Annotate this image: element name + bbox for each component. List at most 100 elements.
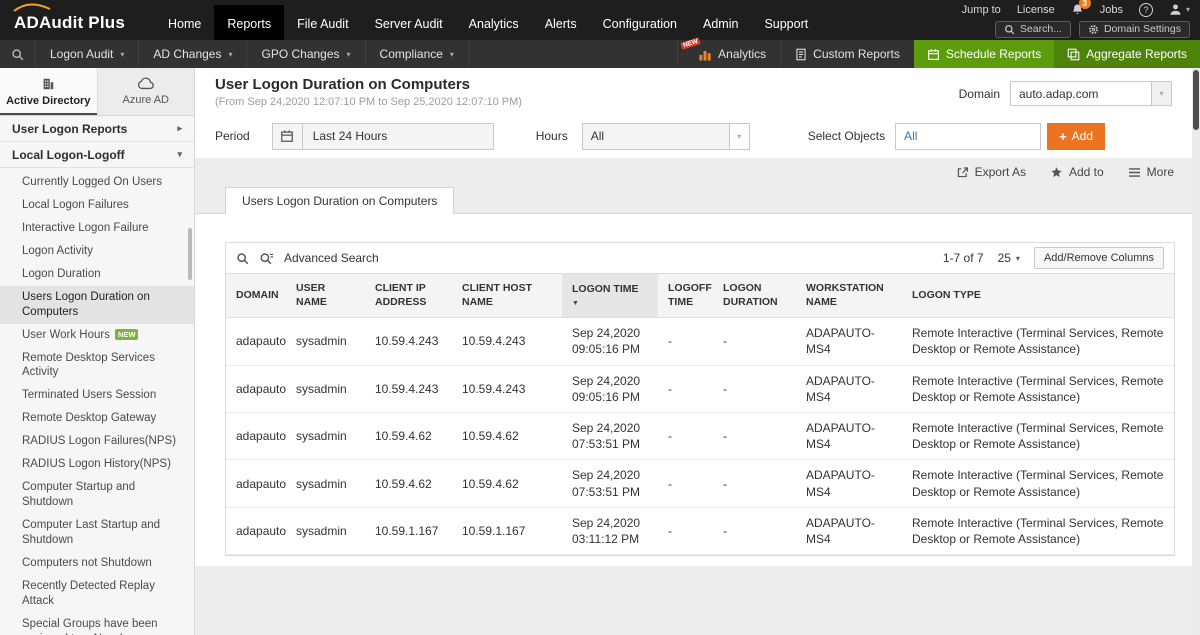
select-objects-input[interactable]: All — [895, 123, 1041, 150]
cell-workstation: ADAPAUTO-MS4 — [796, 413, 902, 460]
custom-reports-button[interactable]: Custom Reports — [780, 40, 914, 68]
sidebar-report-item[interactable]: Special Groups have been assigned to a N… — [0, 613, 194, 635]
sidebar-section-local-logon-logoff[interactable]: Local Logon-Logoff ▾ — [0, 142, 194, 168]
column-header[interactable]: CLIENT HOST NAME ▼ — [452, 274, 562, 318]
sidebar-section-user-logon-reports[interactable]: User Logon Reports ▸ — [0, 116, 194, 142]
sidebar-report-item[interactable]: Computer Last Startup and Shutdown — [0, 514, 194, 552]
column-header[interactable]: LOGON TIME ▼ — [562, 274, 658, 318]
sidebar-report-item[interactable]: Remote Desktop Gateway — [0, 407, 194, 430]
topbar-nav-item[interactable]: Alerts — [532, 5, 590, 40]
sidebar-report-item[interactable]: Local Logon Failures — [0, 194, 194, 217]
adaudit-plus-app: ADAudit Plus HomeReportsFile AuditServer… — [0, 0, 1200, 635]
user-account-menu[interactable]: ▾ — [1169, 3, 1190, 16]
column-header[interactable]: LOGON DURATION ▼ — [713, 274, 796, 318]
domain-settings-button[interactable]: Domain Settings — [1079, 21, 1190, 38]
app-logo[interactable]: ADAudit Plus — [0, 0, 141, 40]
jump-to-menu[interactable]: Jump to — [962, 4, 1001, 16]
hours-select[interactable]: All ▾ — [582, 123, 750, 150]
sidebar-report-item[interactable]: Remote Desktop Services Activity — [0, 347, 194, 385]
tab-users-logon-duration[interactable]: Users Logon Duration on Computers — [225, 187, 454, 214]
select-objects-label: Select Objects — [808, 129, 885, 143]
sidebar-report-item[interactable]: Computers not Shutdown — [0, 552, 194, 575]
cell-workstation: ADAPAUTO-MS4 — [796, 318, 902, 365]
sidebar-report-item[interactable]: Currently Logged On Users — [0, 171, 194, 194]
search-icon — [1004, 24, 1015, 35]
table-row: adapauto sysadmin 10.59.4.243 10.59.4.24… — [226, 365, 1174, 412]
cell-domain: adapauto — [226, 413, 286, 460]
topbar-nav-item[interactable]: Admin — [690, 5, 751, 40]
sidebar-report-item[interactable]: Terminated Users Session — [0, 384, 194, 407]
sidebar-report-item[interactable]: RADIUS Logon History(NPS) — [0, 453, 194, 476]
add-to-button[interactable]: Add to — [1050, 165, 1104, 179]
vertical-scrollbar[interactable] — [1192, 68, 1200, 635]
more-button[interactable]: More — [1128, 165, 1174, 179]
license-menu[interactable]: License — [1017, 4, 1055, 16]
sidebar-report-item[interactable]: Recently Detected Replay Attack — [0, 575, 194, 613]
table-toolbar: Advanced Search 1-7 of 7 25 ▾ Add/Remove… — [226, 243, 1174, 273]
column-header[interactable]: WORKSTATION NAME ▼ — [796, 274, 902, 318]
column-header[interactable]: LOGOFF TIME ▼ — [658, 274, 713, 318]
global-search-input[interactable]: Search... — [995, 21, 1071, 38]
chevron-down-icon: ▾ — [1016, 254, 1020, 263]
topbar-nav-item[interactable]: Support — [751, 5, 821, 40]
scrollbar-thumb[interactable] — [1193, 70, 1199, 130]
analytics-button[interactable]: NEW Analytics — [677, 40, 780, 68]
cell-user-name: sysadmin — [286, 413, 365, 460]
domain-select[interactable]: auto.adap.com ▾ — [1010, 81, 1172, 106]
sidebar-report-item[interactable]: Computer Startup and Shutdown — [0, 476, 194, 514]
tab-azure-ad[interactable]: Azure AD — [98, 68, 195, 115]
period-picker[interactable]: Last 24 Hours — [272, 123, 494, 150]
sidebar-report-item[interactable]: Logon Activity — [0, 240, 194, 263]
report-category-menu[interactable]: AD Changes ▾ — [139, 40, 247, 68]
reports-toolbar: Logon Audit ▾ AD Changes ▾ GPO Changes ▾… — [0, 40, 1200, 68]
advanced-search-icon[interactable] — [259, 252, 274, 265]
jobs-menu[interactable]: Jobs — [1100, 4, 1123, 16]
cell-logon-type: Remote Interactive (Terminal Services, R… — [902, 365, 1174, 412]
sidebar-report-item[interactable]: RADIUS Logon Failures(NPS) — [0, 430, 194, 453]
add-remove-columns-button[interactable]: Add/Remove Columns — [1034, 247, 1164, 269]
cell-workstation: ADAPAUTO-MS4 — [796, 507, 902, 554]
sidebar-item-label: Computer Last Startup and Shutdown — [22, 519, 160, 546]
search-icon[interactable] — [236, 252, 249, 265]
sidebar-report-item[interactable]: Interactive Logon Failure — [0, 217, 194, 240]
advanced-search-label[interactable]: Advanced Search — [284, 251, 379, 265]
add-objects-button[interactable]: + Add — [1047, 123, 1105, 150]
topbar-nav-item[interactable]: Configuration — [590, 5, 690, 40]
report-category-menu[interactable]: Compliance ▾ — [366, 40, 469, 68]
aggregate-reports-button[interactable]: Aggregate Reports — [1054, 40, 1200, 68]
sidebar-report-item[interactable]: Logon Duration — [0, 263, 194, 286]
report-category-menu[interactable]: GPO Changes ▾ — [247, 40, 365, 68]
sidebar-item-label: Currently Logged On Users — [22, 176, 162, 188]
document-icon — [795, 48, 807, 61]
topbar-nav-item[interactable]: Reports — [214, 5, 284, 40]
topbar-nav-item[interactable]: File Audit — [284, 5, 361, 40]
column-header[interactable]: USER NAME ▼ — [286, 274, 365, 318]
page-size-select[interactable]: 25 ▾ — [998, 251, 1020, 265]
topbar-nav-item[interactable]: Home — [155, 5, 214, 40]
filter-row: Period Last 24 Hours Hours All ▾ Select … — [195, 114, 1192, 158]
chevron-down-icon: ▾ — [450, 50, 454, 59]
help-icon[interactable]: ? — [1139, 3, 1153, 17]
column-header[interactable]: DOMAIN ▼ — [226, 274, 286, 318]
toolbar-right: NEW Analytics Custom Reports Schedule Re… — [677, 40, 1200, 68]
toolbar-search-icon[interactable] — [0, 40, 36, 68]
topbar-nav-item[interactable]: Server Audit — [362, 5, 456, 40]
table-toolbar-right: 1-7 of 7 25 ▾ Add/Remove Columns — [943, 247, 1164, 269]
tab-active-directory[interactable]: Active Directory — [0, 68, 98, 115]
sidebar-report-item[interactable]: User Work HoursNEW — [0, 324, 194, 347]
sidebar-scrollbar-thumb[interactable] — [188, 228, 192, 280]
table-row: adapauto sysadmin 10.59.4.62 10.59.4.62 … — [226, 460, 1174, 507]
sidebar-item-label: Computers not Shutdown — [22, 557, 152, 569]
column-header[interactable]: LOGON TYPE ▼ — [902, 274, 1174, 318]
export-as-button[interactable]: Export As — [956, 165, 1026, 179]
column-header[interactable]: CLIENT IP ADDRESS ▼ — [365, 274, 452, 318]
chevron-down-icon: ▾ — [228, 50, 232, 59]
sidebar-report-item[interactable]: Users Logon Duration on Computers — [0, 286, 194, 324]
topbar-nav-item[interactable]: Analytics — [456, 5, 532, 40]
report-category-menu[interactable]: Logon Audit ▾ — [36, 40, 139, 68]
schedule-reports-button[interactable]: Schedule Reports — [914, 40, 1054, 68]
sidebar-item-label: Remote Desktop Services Activity — [22, 352, 155, 379]
notifications-bell-icon[interactable]: 3 — [1071, 3, 1084, 16]
logo-swoosh-icon — [13, 3, 51, 13]
chevron-down-icon: ▾ — [120, 50, 124, 59]
